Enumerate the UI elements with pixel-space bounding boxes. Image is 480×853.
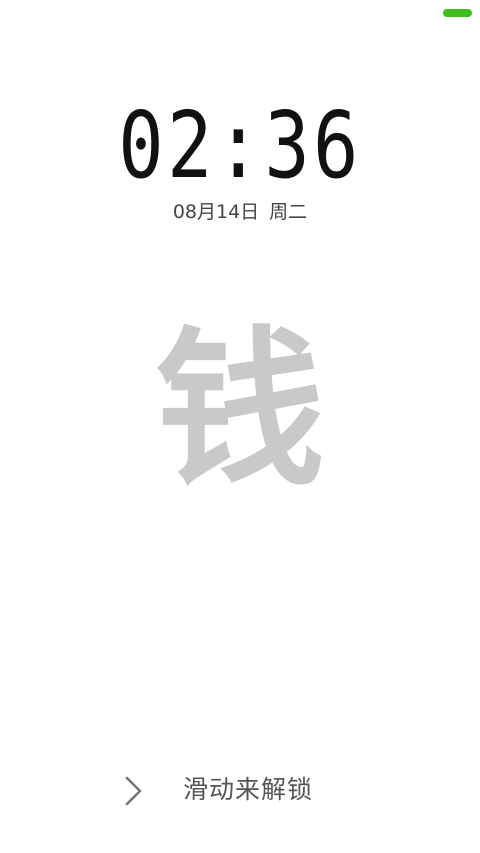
- unlock-hint-label: 滑动来解锁: [183, 775, 314, 804]
- date-text: 08月14日: [172, 201, 260, 223]
- weekday-text: 周二: [269, 201, 308, 223]
- clock-time: 02:36: [118, 92, 362, 199]
- wallpaper-character: 钱: [154, 310, 325, 510]
- chevron-right-icon: [125, 776, 142, 806]
- lock-screen: 02:36 08月14日 周二 钱 滑动来解锁: [0, 0, 480, 853]
- slide-to-unlock[interactable]: 滑动来解锁: [0, 768, 480, 812]
- date-line: 08月14日 周二: [0, 200, 480, 224]
- battery-indicator: [443, 9, 472, 17]
